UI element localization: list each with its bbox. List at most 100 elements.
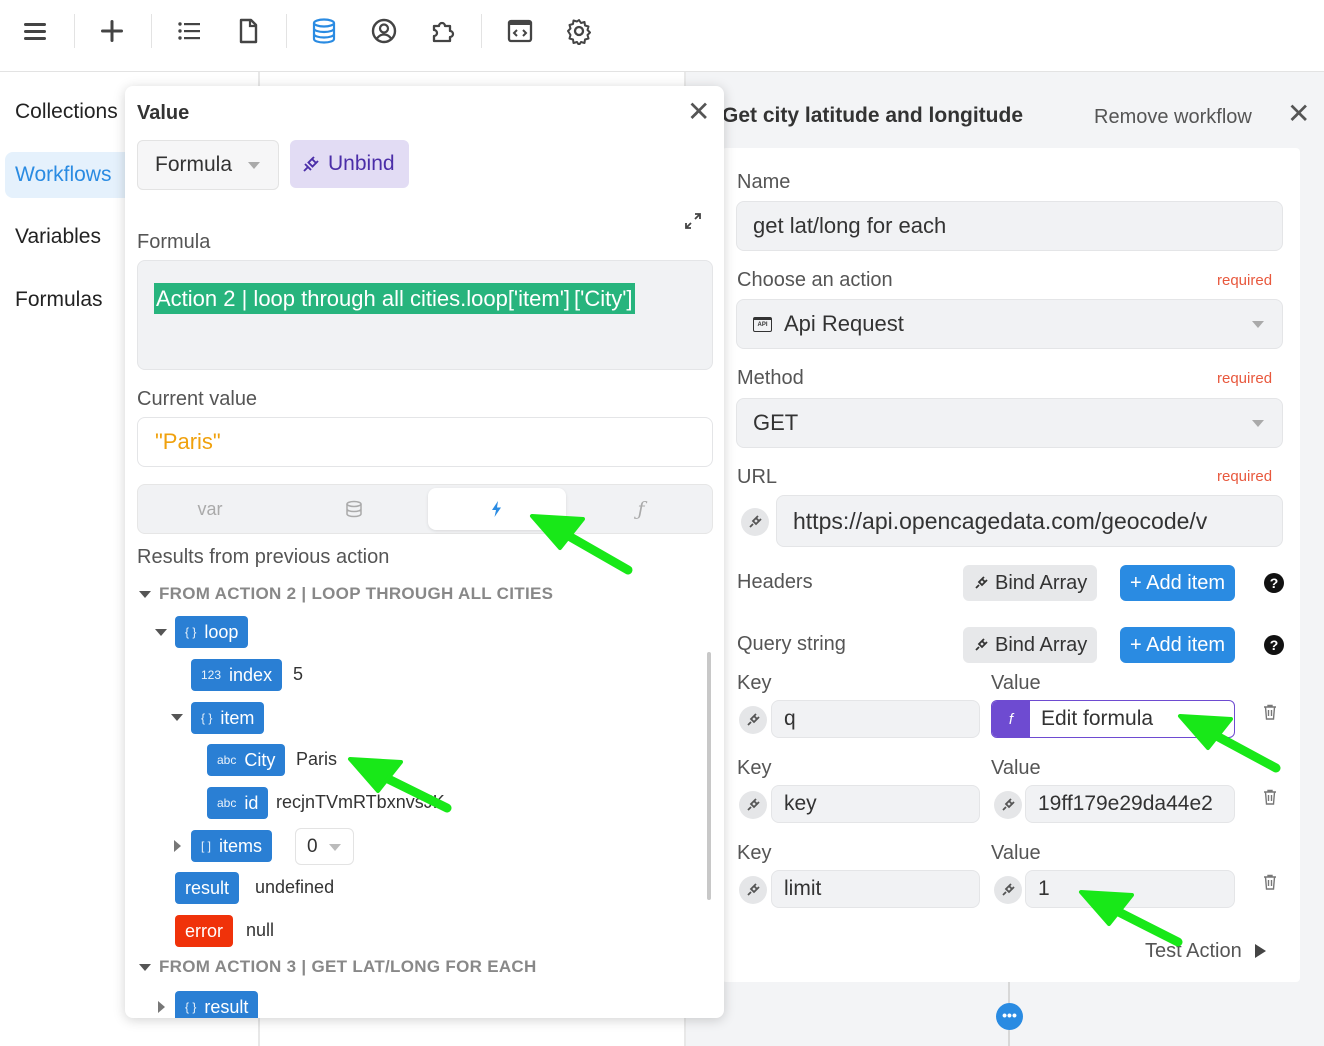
gear-icon[interactable] xyxy=(562,14,596,48)
close-workflow-icon[interactable]: ✕ xyxy=(1287,100,1310,128)
headers-add-item-button[interactable]: + Add item xyxy=(1120,565,1236,601)
object-type-icon: { } xyxy=(201,711,213,725)
source-tabs: var ƒ xyxy=(137,484,713,534)
method-select-value: GET xyxy=(753,410,799,435)
section-action-2: FROM ACTION 2 | LOOP THROUGH ALL CITIES xyxy=(159,584,554,603)
bind-plug-icon[interactable] xyxy=(994,876,1022,904)
database-icon[interactable] xyxy=(307,14,341,48)
headers-bind-array-button[interactable]: Bind Array xyxy=(963,565,1098,601)
nav-item-collections[interactable]: Collections xyxy=(5,89,145,135)
expand-toggle-icon[interactable] xyxy=(174,840,181,852)
tree-node-loop[interactable]: { } loop xyxy=(175,616,249,648)
trash-icon[interactable] xyxy=(1261,788,1279,806)
query-key-input[interactable]: key xyxy=(771,785,980,823)
close-popup-icon[interactable]: ✕ xyxy=(687,98,710,126)
trash-icon[interactable] xyxy=(1261,703,1279,721)
method-select[interactable]: GET xyxy=(736,398,1283,448)
puzzle-icon[interactable] xyxy=(426,14,460,48)
popup-title: Value xyxy=(137,102,190,124)
formula-token[interactable]: ['City'] xyxy=(572,283,635,314)
plus-icon[interactable] xyxy=(95,14,129,48)
tree-node-item[interactable]: { } item xyxy=(191,702,265,734)
action-select[interactable]: API Api Request xyxy=(736,299,1283,349)
bind-plug-icon[interactable] xyxy=(739,706,767,734)
collapse-toggle-icon[interactable] xyxy=(139,591,151,598)
bind-plug-icon[interactable] xyxy=(739,791,767,819)
formula-token[interactable]: Action 2 | loop through all cities.loop[… xyxy=(154,283,573,314)
collapse-toggle-icon[interactable] xyxy=(171,714,183,721)
tree-node-index[interactable]: 123 index xyxy=(191,659,283,691)
expand-toggle-icon[interactable] xyxy=(158,1001,165,1013)
query-bind-array-button[interactable]: Bind Array xyxy=(963,627,1098,663)
query-key-input[interactable]: limit xyxy=(771,870,980,908)
bind-plug-icon[interactable] xyxy=(994,791,1022,819)
chevron-down-icon xyxy=(248,162,260,169)
trash-icon[interactable] xyxy=(1261,873,1279,891)
tree-node-items[interactable]: [ ] items xyxy=(191,830,273,862)
collapse-toggle-icon[interactable] xyxy=(139,964,151,971)
collapse-toggle-icon[interactable] xyxy=(155,629,167,636)
tab-workflow-results[interactable] xyxy=(428,488,566,530)
query-string-label: Query string xyxy=(737,633,846,655)
tree-node-city[interactable]: abc City xyxy=(207,744,286,776)
remove-workflow-button[interactable]: Remove workflow xyxy=(1094,106,1252,129)
bind-array-label: Bind Array xyxy=(995,571,1088,594)
tree-node-label: result xyxy=(185,877,230,898)
tab-collections[interactable] xyxy=(285,488,423,530)
name-input[interactable]: get lat/long for each xyxy=(736,201,1283,251)
required-indicator: required xyxy=(1217,272,1273,289)
unbind-button[interactable]: Unbind xyxy=(290,140,409,188)
help-icon[interactable]: ? xyxy=(1264,635,1284,655)
formula-editor[interactable]: Action 2 | loop through all cities.loop[… xyxy=(137,260,713,370)
api-icon: API xyxy=(753,316,772,332)
required-indicator: required xyxy=(1217,370,1273,387)
menu-icon[interactable] xyxy=(18,14,52,48)
code-window-icon[interactable] xyxy=(503,14,537,48)
text-type-icon: abc xyxy=(217,753,237,767)
binding-mode-select[interactable]: Formula xyxy=(137,140,279,190)
toolbar-divider xyxy=(151,14,152,48)
unbind-label: Unbind xyxy=(328,152,395,175)
tree-node-result[interactable]: { } result xyxy=(175,991,259,1018)
tree-node-error[interactable]: error xyxy=(175,915,234,947)
expand-icon[interactable] xyxy=(684,212,702,230)
tab-variables[interactable]: var xyxy=(141,488,279,530)
nav-item-variables[interactable]: Variables xyxy=(5,214,145,260)
user-circle-icon[interactable] xyxy=(367,14,401,48)
bind-plug-icon[interactable] xyxy=(739,876,767,904)
test-action-button[interactable]: Test Action xyxy=(1145,940,1267,963)
toolbar-divider xyxy=(481,14,482,48)
object-type-icon: { } xyxy=(185,625,197,639)
tree-node-label: loop xyxy=(204,621,239,642)
tree-node-label: item xyxy=(220,707,255,728)
nav-item-workflows[interactable]: Workflows xyxy=(5,152,145,198)
tree-node-result[interactable]: result xyxy=(175,872,240,904)
help-icon[interactable]: ? xyxy=(1264,573,1284,593)
required-indicator: required xyxy=(1217,468,1273,485)
test-action-label: Test Action xyxy=(1145,940,1242,962)
query-key-input[interactable]: q xyxy=(771,700,980,738)
key-label: Key xyxy=(737,757,772,779)
url-label: URL xyxy=(737,466,778,488)
number-type-icon: 123 xyxy=(201,668,222,682)
nav-item-formulas[interactable]: Formulas xyxy=(5,277,145,323)
edit-formula-button[interactable]: f Edit formula xyxy=(991,700,1235,738)
more-options-button[interactable]: ••• xyxy=(996,1003,1023,1030)
array-type-icon: [ ] xyxy=(201,839,212,853)
document-icon[interactable] xyxy=(231,14,265,48)
query-value-input[interactable]: 19ff179e29da44e2 xyxy=(1025,785,1235,823)
query-value-input[interactable]: 1 xyxy=(1025,870,1235,908)
tree-node-label: items xyxy=(219,835,263,856)
headers-label: Headers xyxy=(737,571,813,593)
array-index-select[interactable]: 0 xyxy=(295,828,354,865)
url-input[interactable]: https://api.opencagedata.com/geocode/v xyxy=(776,495,1283,547)
toolbar-divider xyxy=(286,14,287,48)
bind-plug-icon[interactable] xyxy=(741,508,769,536)
plug-icon xyxy=(975,638,988,651)
list-icon[interactable] xyxy=(172,14,206,48)
tab-formulas[interactable]: ƒ xyxy=(572,488,710,530)
query-add-item-button[interactable]: + Add item xyxy=(1120,627,1236,663)
workflow-title: Get city latitude and longitude xyxy=(722,104,1024,127)
popup-scrollbar[interactable] xyxy=(707,652,711,900)
tree-node-id[interactable]: abc id xyxy=(207,787,269,819)
